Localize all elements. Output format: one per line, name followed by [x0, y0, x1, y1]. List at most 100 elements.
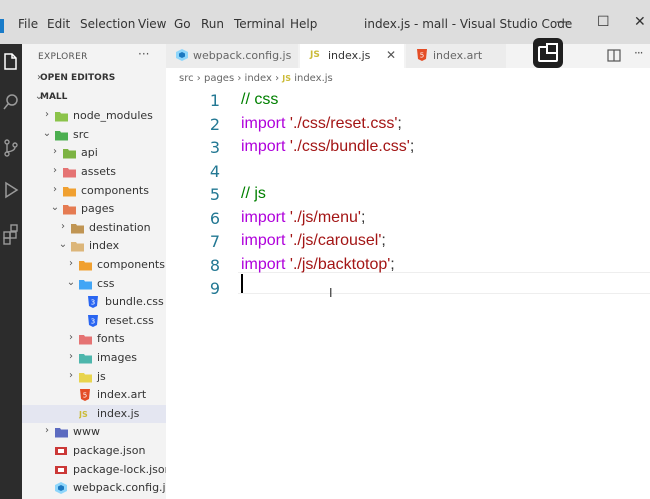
- tree-item-label: assets: [81, 165, 117, 178]
- code-line[interactable]: import './js/carousel';: [241, 232, 386, 250]
- source-control-icon[interactable]: [0, 136, 22, 160]
- breadcrumb-index[interactable]: index: [245, 73, 272, 84]
- more-tab-actions-icon[interactable]: ···: [634, 44, 648, 68]
- tree-item[interactable]: › destination: [22, 219, 166, 237]
- tab-index-js[interactable]: JS index.js ✕: [300, 44, 404, 68]
- tree-item-label: bundle.css: [105, 295, 164, 309]
- chevron-down-icon[interactable]: ⌄: [42, 128, 52, 139]
- tree-item[interactable]: package-lock.json: [22, 461, 166, 479]
- code-line[interactable]: import './js/backtotop';: [241, 256, 395, 274]
- section-header[interactable]: ⌄ MALL: [22, 89, 166, 107]
- folder-open-icon: [71, 240, 84, 252]
- menu-view[interactable]: View: [138, 17, 166, 31]
- tree-item[interactable]: webpack.config.js: [22, 479, 166, 497]
- code-line[interactable]: import './css/reset.css';: [241, 115, 402, 133]
- explorer-icon[interactable]: [0, 50, 22, 74]
- tree-item[interactable]: ⌄ pages: [22, 200, 166, 218]
- menu-go[interactable]: Go: [174, 17, 191, 31]
- chevron-right-icon[interactable]: ›: [66, 370, 76, 381]
- current-line-highlight: [238, 272, 650, 294]
- tree-item[interactable]: ⌄ css: [22, 275, 166, 293]
- tree-item-label: images: [97, 351, 137, 364]
- menu-terminal[interactable]: Terminal: [234, 17, 285, 31]
- tree-item[interactable]: › assets: [22, 163, 166, 181]
- images-folder-icon: [79, 352, 92, 364]
- maximize-button[interactable]: ☐: [597, 14, 610, 30]
- code-line[interactable]: import './css/bundle.css';: [241, 138, 414, 156]
- line-number: 6: [209, 208, 220, 228]
- chevron-right-icon[interactable]: ›: [66, 332, 76, 343]
- tree-item-label: package.json: [73, 444, 146, 457]
- breadcrumb-pages[interactable]: pages: [204, 73, 234, 84]
- code-line[interactable]: // css: [241, 91, 278, 109]
- split-editor-icon[interactable]: [607, 46, 629, 70]
- chevron-right-icon[interactable]: ›: [58, 221, 68, 232]
- code-keyword: import: [241, 255, 290, 273]
- extensions-icon[interactable]: [0, 222, 22, 246]
- chevron-right-icon[interactable]: ›: [42, 109, 52, 120]
- npm-file-icon: [55, 445, 67, 457]
- webpack-file-icon: [176, 49, 188, 64]
- tree-item[interactable]: JS index.js: [22, 404, 166, 423]
- chevron-right-icon[interactable]: ›: [42, 425, 52, 436]
- tree-item[interactable]: › www: [22, 423, 166, 441]
- search-icon[interactable]: [0, 90, 22, 114]
- tree-item[interactable]: package.json: [22, 442, 166, 460]
- chevron-down-icon[interactable]: ⌄: [58, 239, 68, 250]
- tree-item-label: node_modules: [73, 109, 153, 123]
- minimize-button[interactable]: —: [556, 14, 570, 30]
- tree-item-label: index.js: [97, 406, 140, 420]
- menu-help[interactable]: Help: [290, 17, 317, 31]
- menu-file[interactable]: File: [18, 17, 38, 31]
- menu-selection[interactable]: Selection: [80, 17, 135, 31]
- tree-item[interactable]: 5 index.art: [22, 386, 166, 404]
- chevron-right-icon[interactable]: ›: [66, 351, 76, 362]
- tree-item[interactable]: 3 reset.css: [22, 312, 166, 330]
- chevron-right-icon[interactable]: ›: [50, 184, 60, 195]
- tree-item[interactable]: › node_modules: [22, 107, 166, 125]
- chevron-down-icon[interactable]: ⌄: [66, 277, 76, 288]
- close-window-button[interactable]: ✕: [634, 14, 646, 30]
- npm-file-icon: [55, 464, 67, 476]
- more-actions-icon[interactable]: ···: [138, 47, 149, 61]
- tab-label: index.art: [433, 49, 483, 62]
- components-folder-icon: [63, 185, 76, 197]
- mouse-ibeam-icon: I: [329, 286, 333, 300]
- tree-item-label: OPEN EDITORS: [40, 73, 116, 83]
- code-line[interactable]: import './js/menu';: [241, 209, 365, 227]
- tab-webpack-config[interactable]: webpack.config.js: [166, 44, 298, 68]
- chevron-right-icon[interactable]: ›: [50, 146, 60, 157]
- tree-item[interactable]: ⌄ index: [22, 237, 166, 255]
- tree-item[interactable]: › api: [22, 144, 166, 162]
- chevron-down-icon[interactable]: ⌄: [50, 202, 60, 213]
- breadcrumb-file[interactable]: index.js: [294, 73, 333, 84]
- breadcrumb-src[interactable]: src: [179, 73, 194, 84]
- html-file-icon: 5: [416, 49, 428, 64]
- tree-item[interactable]: 3 bundle.css: [22, 293, 166, 311]
- menu-edit[interactable]: Edit: [47, 17, 70, 31]
- tree-item[interactable]: ⌄ src: [22, 126, 166, 144]
- section-header[interactable]: › OPEN EDITORS: [22, 70, 166, 88]
- menu-run[interactable]: Run: [201, 17, 224, 31]
- code-line[interactable]: // js: [241, 185, 266, 203]
- tree-item[interactable]: › images: [22, 349, 166, 367]
- tab-index-art[interactable]: 5 index.art: [406, 44, 506, 68]
- tab-label: index.js: [328, 49, 371, 62]
- tree-item[interactable]: › fonts: [22, 330, 166, 348]
- breadcrumb: src › pages › index › JS index.js: [179, 73, 333, 84]
- code-comment: // js: [241, 185, 266, 202]
- tree-item-label: www: [73, 425, 100, 439]
- html-file-icon: 5: [79, 389, 91, 402]
- run-debug-icon[interactable]: [0, 178, 22, 202]
- tree-item[interactable]: › js: [22, 368, 166, 386]
- code-editor[interactable]: 1 // css 2 import './css/reset.css'; 3 import…: [166, 86, 650, 499]
- close-tab-icon[interactable]: ✕: [386, 48, 396, 62]
- chevron-right-icon[interactable]: ›: [50, 165, 60, 176]
- tree-item-label: fonts: [97, 332, 125, 346]
- tree-item[interactable]: › components: [22, 182, 166, 200]
- tree-item[interactable]: › components: [22, 256, 166, 274]
- text-cursor: [241, 274, 243, 293]
- chevron-right-icon[interactable]: ›: [66, 258, 76, 269]
- tree-item-label: reset.css: [105, 313, 154, 327]
- screen-capture-icon[interactable]: [533, 38, 563, 68]
